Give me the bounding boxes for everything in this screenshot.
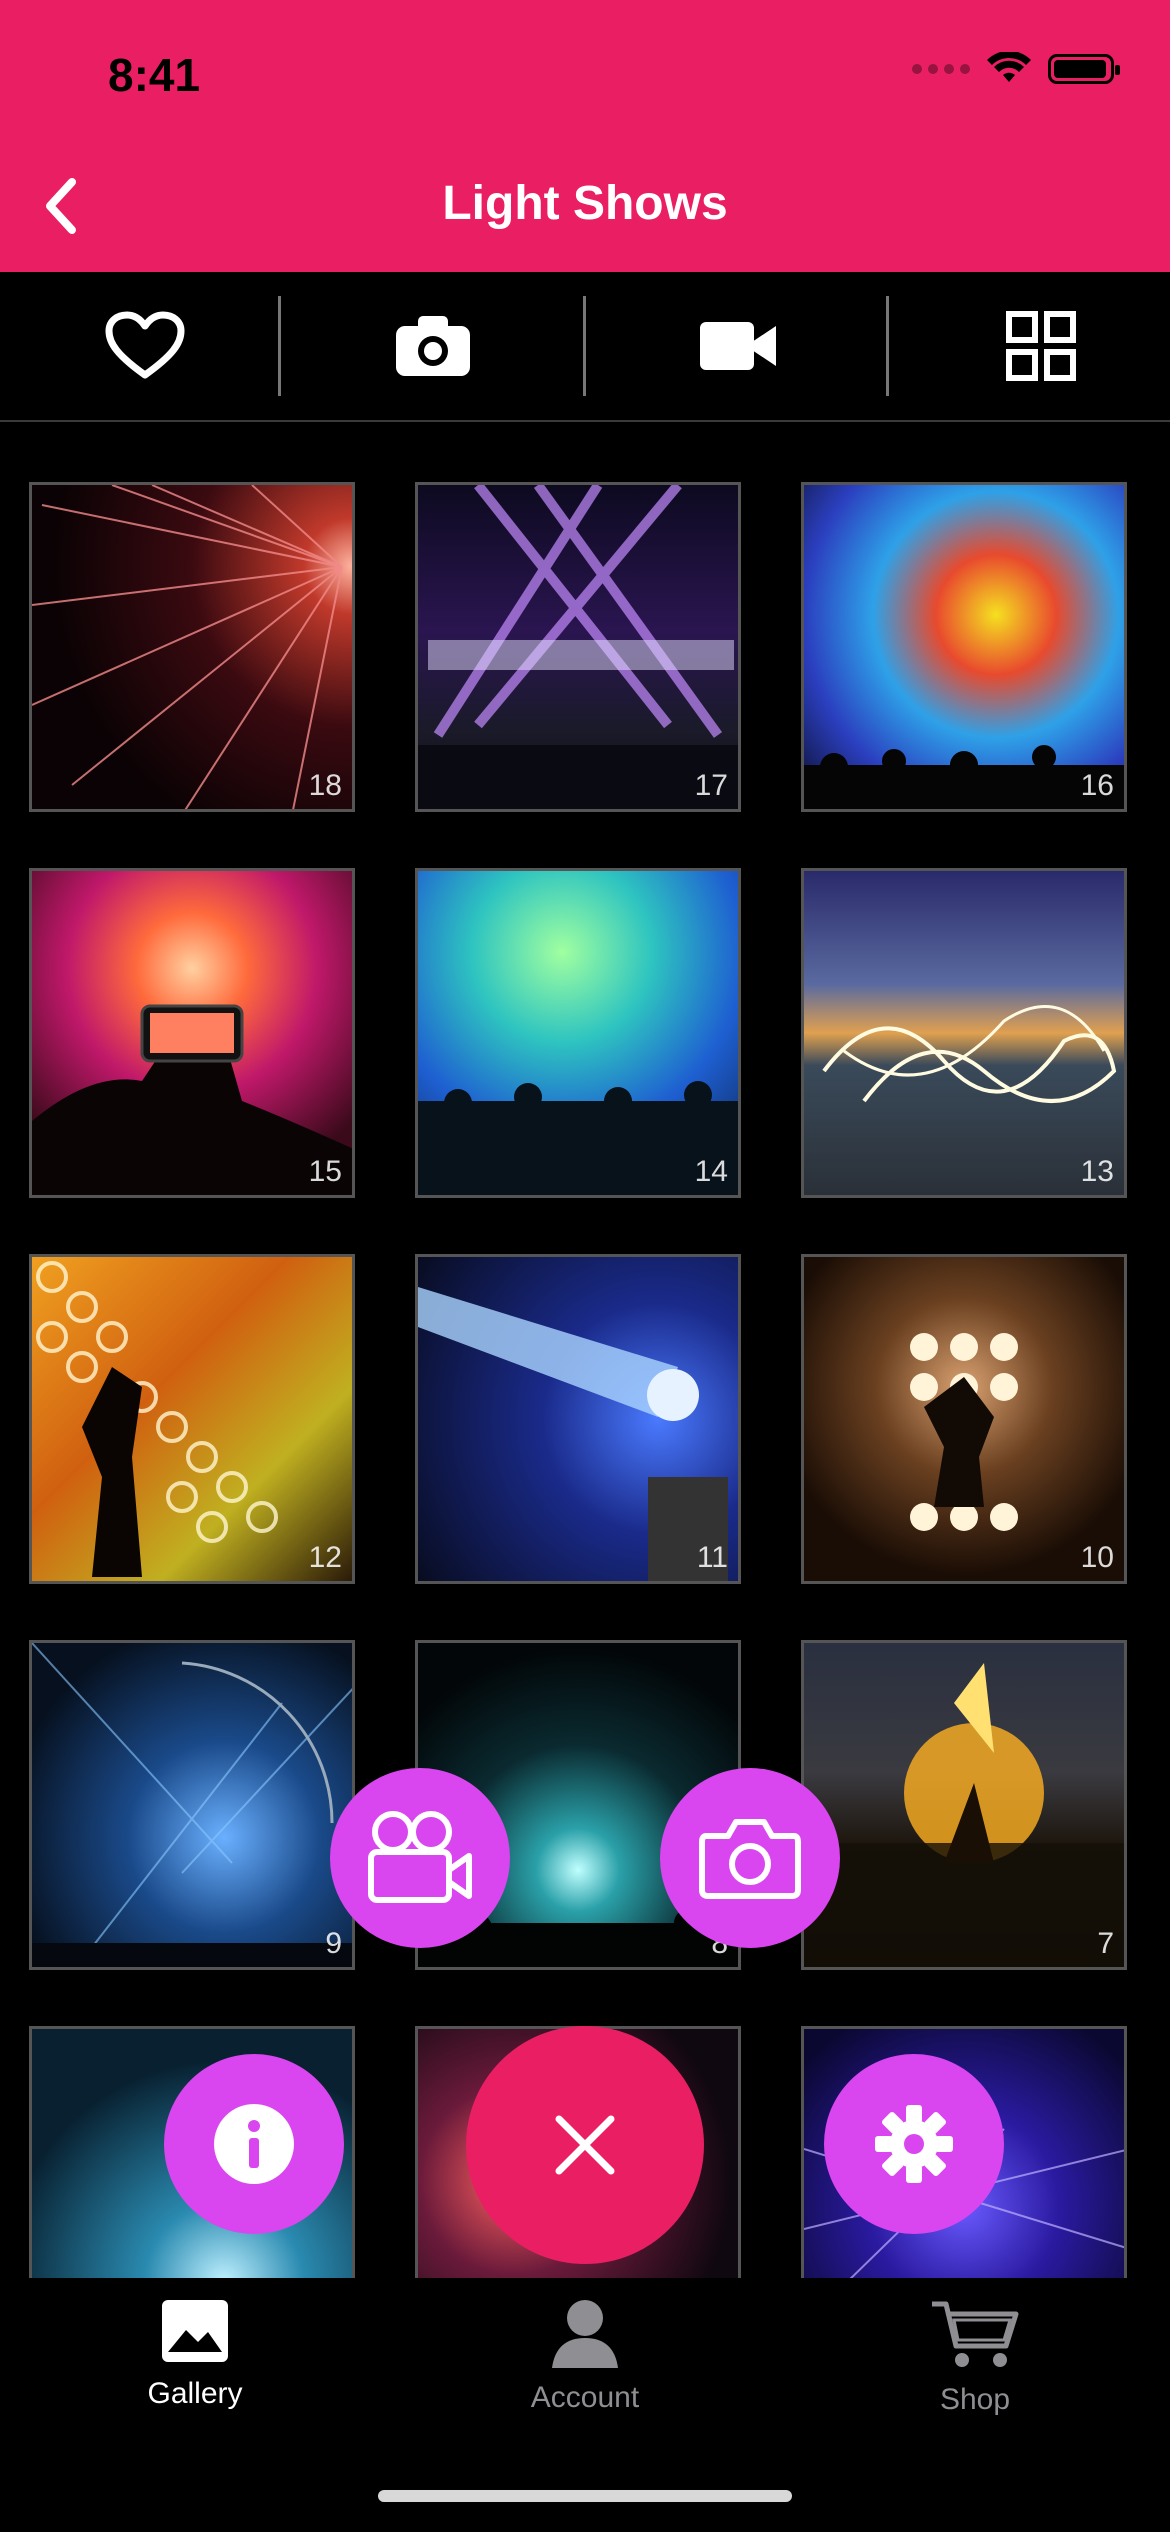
item-number: 15 xyxy=(308,1155,342,1188)
tab-label: Shop xyxy=(939,2383,1011,2416)
item-number: 10 xyxy=(1080,1541,1114,1574)
concert-stage-thumbnail xyxy=(418,485,738,809)
battery-icon xyxy=(1048,54,1120,84)
item-number: 9 xyxy=(325,1927,342,1960)
header: 8:41 Light Shows xyxy=(0,0,1170,272)
item-number: 18 xyxy=(308,769,342,802)
info-icon xyxy=(214,2104,294,2184)
photos-filter[interactable] xyxy=(288,272,578,420)
gallery-item[interactable]: 14 xyxy=(415,868,741,1198)
item-number: 12 xyxy=(308,1541,342,1574)
heart-icon xyxy=(105,311,185,379)
divider xyxy=(886,296,889,396)
light-painting-thumbnail xyxy=(822,1005,1117,1103)
gallery-item[interactable]: 16 xyxy=(801,482,1127,812)
divider xyxy=(583,296,586,396)
gallery-item[interactable]: 15 xyxy=(29,868,355,1198)
video-icon xyxy=(700,322,776,370)
light-panel-photographer-thumbnail xyxy=(36,1261,278,1577)
gallery-item[interactable]: 11 xyxy=(415,1254,741,1584)
grid-icon xyxy=(1006,311,1076,381)
cart-icon xyxy=(932,2301,1019,2367)
divider xyxy=(278,296,281,396)
fire-dancer-thumbnail xyxy=(804,1663,1124,1967)
settings-button[interactable] xyxy=(824,2054,1004,2234)
camera-icon xyxy=(699,1819,801,1899)
backlit-silhouette-thumbnail xyxy=(910,1333,1018,1531)
gallery-item[interactable]: 7 xyxy=(801,1640,1127,1970)
gallery-item[interactable]: 10 xyxy=(801,1254,1127,1584)
person-icon xyxy=(552,2300,618,2368)
info-button[interactable] xyxy=(164,2054,344,2234)
take-photo-button[interactable] xyxy=(660,1768,840,1948)
gallery-item[interactable]: 13 xyxy=(801,868,1127,1198)
all-filter[interactable] xyxy=(896,272,1170,420)
spotlight-beam-thumbnail xyxy=(418,1287,728,1581)
videos-filter[interactable] xyxy=(593,272,883,420)
close-menu-button[interactable] xyxy=(466,2026,704,2264)
home-indicator xyxy=(378,2490,792,2502)
close-icon xyxy=(555,2115,615,2175)
item-number: 16 xyxy=(1080,769,1114,802)
cellular-signal-icon xyxy=(912,64,970,74)
fireworks-thumbnail xyxy=(32,485,343,809)
wifi-icon xyxy=(987,52,1031,82)
favorites-filter[interactable] xyxy=(0,272,290,420)
tab-account[interactable]: Account xyxy=(390,2298,780,2415)
media-filter-bar xyxy=(0,272,1170,422)
tab-gallery[interactable]: Gallery xyxy=(0,2298,390,2411)
festival-crowd-thumbnail xyxy=(418,1081,738,1195)
item-number: 14 xyxy=(694,1155,728,1188)
item-number: 13 xyxy=(1080,1155,1114,1188)
gallery-item[interactable]: 17 xyxy=(415,482,741,812)
tab-label: Account xyxy=(530,2381,640,2414)
tab-shop[interactable]: Shop xyxy=(780,2298,1170,2417)
tab-label: Gallery xyxy=(147,2377,243,2410)
gallery-item[interactable]: 9 xyxy=(29,1640,355,1970)
video-camera-icon xyxy=(368,1811,472,1903)
status-time: 8:41 xyxy=(108,49,201,101)
laser-stage-thumbnail xyxy=(32,1643,352,1967)
phone-recording-thumbnail xyxy=(32,1004,352,1195)
item-number: 7 xyxy=(1097,1927,1114,1960)
camera-icon xyxy=(396,316,470,376)
item-number: 17 xyxy=(694,769,728,802)
page-title: Light Shows xyxy=(442,177,728,230)
gallery-item[interactable]: 12 xyxy=(29,1254,355,1584)
item-number: 11 xyxy=(696,1541,728,1574)
gallery-item[interactable]: 18 xyxy=(29,482,355,812)
confetti-crowd-thumbnail xyxy=(804,745,1124,809)
record-video-button[interactable] xyxy=(330,1768,510,1948)
gear-icon xyxy=(875,2105,953,2183)
image-icon xyxy=(162,2300,228,2362)
status-icons xyxy=(912,52,1120,86)
